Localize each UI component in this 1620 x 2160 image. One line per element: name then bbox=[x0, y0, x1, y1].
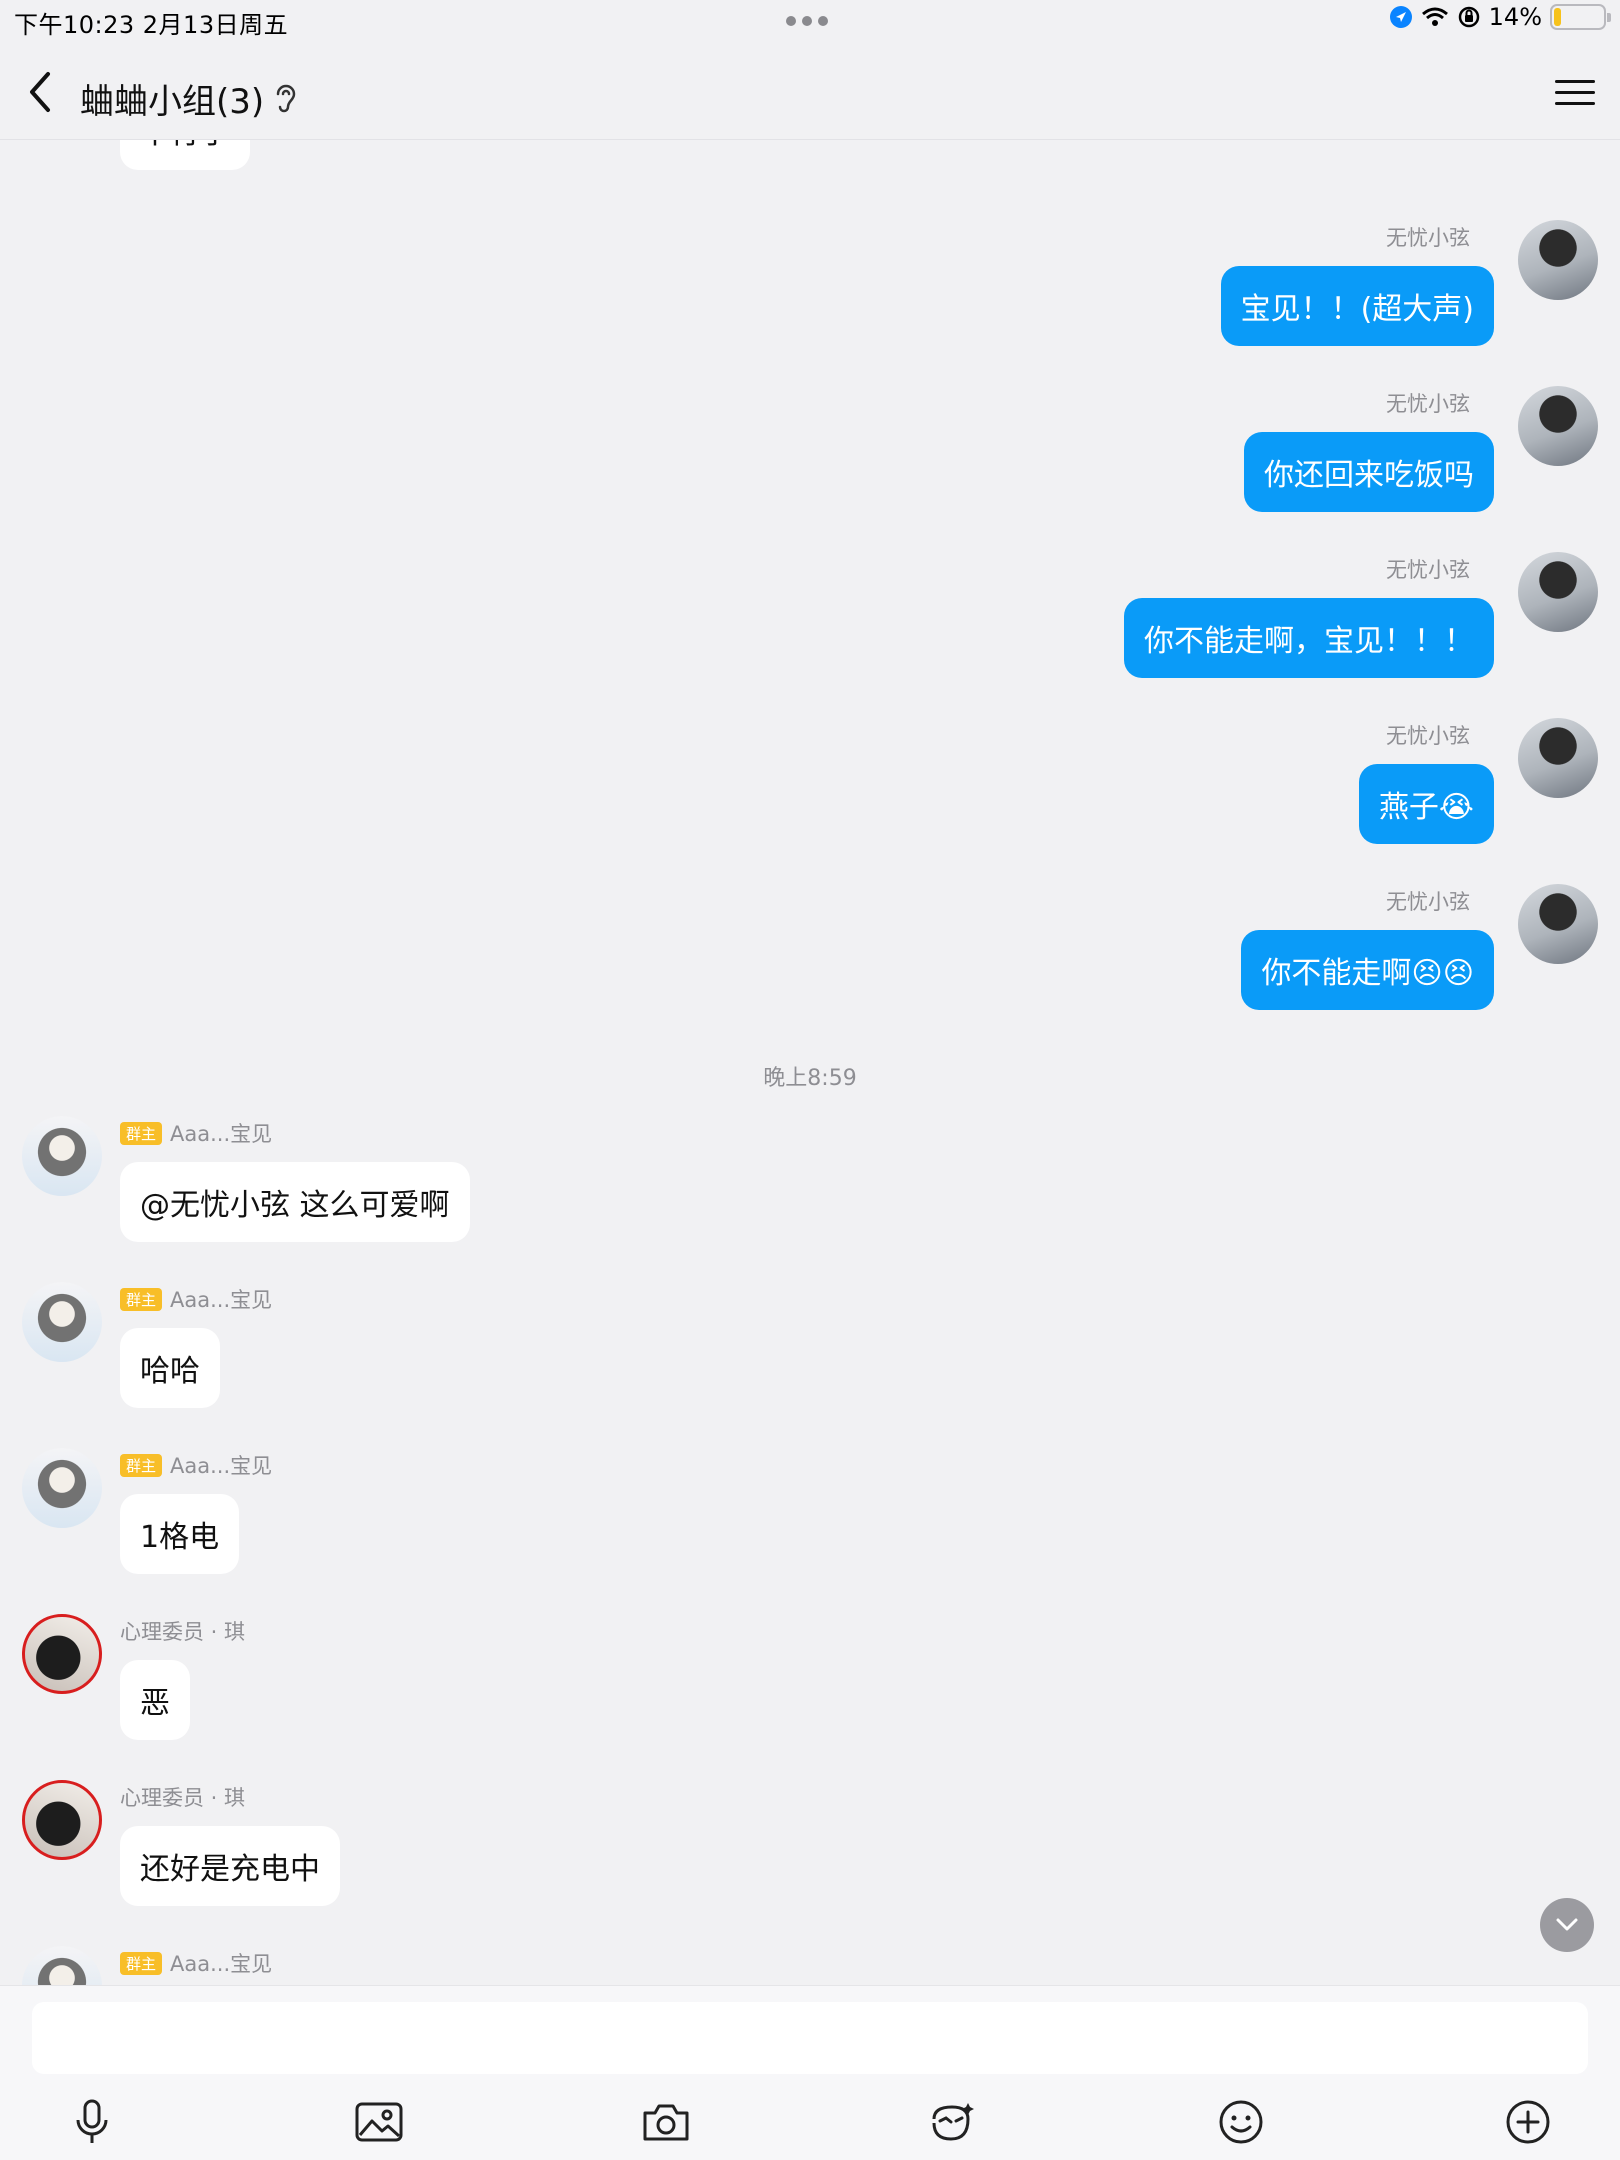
avatar[interactable] bbox=[22, 1780, 102, 1860]
message-bubble[interactable]: 你不能走啊，宝见！！！ bbox=[1124, 598, 1494, 678]
message-bubble[interactable]: 哈哈 bbox=[120, 1328, 220, 1408]
incoming-message: 心理委员 · 琪 还好是充电中 bbox=[22, 1780, 922, 1920]
avatar[interactable] bbox=[1518, 386, 1598, 466]
avatar[interactable] bbox=[22, 1448, 102, 1528]
sender-name: 心理委员 · 琪 bbox=[120, 1786, 246, 1810]
message-bubble[interactable]: @无忧小弦 这么可爱啊 bbox=[120, 1162, 470, 1242]
outgoing-message: 无忧小弦 燕子😭 bbox=[698, 718, 1598, 858]
orientation-lock-icon bbox=[1458, 6, 1479, 28]
outgoing-message: 无忧小弦 宝见！！(超大声) bbox=[698, 220, 1598, 360]
outgoing-message: 无忧小弦 你不能走啊，宝见！！！ bbox=[698, 552, 1598, 692]
wifi-icon bbox=[1421, 7, 1448, 26]
chevron-down-icon bbox=[1556, 1918, 1578, 1931]
emoji-icon[interactable] bbox=[1213, 2094, 1269, 2150]
sticker-icon[interactable] bbox=[924, 2094, 980, 2150]
sender-name: 无忧小弦 bbox=[1386, 890, 1470, 914]
message-bubble[interactable]: 1格电 bbox=[120, 1494, 240, 1574]
camera-icon[interactable] bbox=[638, 2094, 694, 2150]
battery-icon bbox=[1550, 4, 1611, 30]
outgoing-message: 无忧小弦 你还回来吃饭吗 bbox=[698, 386, 1598, 526]
chat-area[interactable]: 不行了 无忧小弦 宝见！！(超大声) 无忧小弦 你还回来吃饭吗 无忧小弦 你不能… bbox=[0, 140, 1620, 1985]
avatar[interactable] bbox=[22, 1116, 102, 1196]
owner-badge: 群主 bbox=[120, 1121, 163, 1145]
composer bbox=[0, 1985, 1620, 2160]
sender-meta: 心理委员 · 琪 bbox=[120, 1616, 245, 1646]
owner-badge: 群主 bbox=[120, 1951, 163, 1975]
incoming-message: 群主 Aaa...宝见 1格电 bbox=[22, 1448, 922, 1588]
sender-name: 无忧小弦 bbox=[1386, 724, 1470, 748]
avatar[interactable] bbox=[22, 1282, 102, 1362]
sender-meta: 群主 Aaa...宝见 bbox=[120, 1118, 272, 1148]
sender-name: Aaa...宝见 bbox=[170, 1288, 273, 1312]
back-chevron-icon[interactable] bbox=[22, 68, 62, 116]
avatar[interactable] bbox=[1518, 718, 1598, 798]
status-datetime: 下午10:23 2月13日周五 bbox=[14, 11, 289, 39]
outgoing-message: 无忧小弦 你不能走啊😣😣 bbox=[698, 884, 1598, 1024]
sender-name: 无忧小弦 bbox=[1386, 558, 1470, 582]
incoming-message: 群主 Aaa...宝见 bbox=[22, 1946, 922, 1985]
sender-name: Aaa...宝见 bbox=[170, 1952, 273, 1976]
avatar[interactable] bbox=[22, 1946, 102, 1985]
incoming-message: 群主 Aaa...宝见 @无忧小弦 这么可爱啊 bbox=[22, 1116, 922, 1256]
owner-badge: 群主 bbox=[120, 1453, 163, 1477]
time-separator: 晚上8:59 bbox=[763, 1066, 857, 1091]
message-bubble[interactable]: 还好是充电中 bbox=[120, 1826, 340, 1906]
status-right: 14% bbox=[1389, 3, 1611, 31]
scroll-to-bottom-button[interactable] bbox=[1540, 1898, 1594, 1952]
owner-badge: 群主 bbox=[120, 1287, 163, 1311]
sender-name: Aaa...宝见 bbox=[170, 1122, 273, 1146]
avatar[interactable] bbox=[1518, 552, 1598, 632]
nav-bar: 蛐蛐小组(3) bbox=[0, 40, 1620, 140]
ear-icon[interactable] bbox=[270, 80, 300, 116]
sender-name: Aaa...宝见 bbox=[170, 1454, 273, 1478]
message-bubble[interactable]: 燕子😭 bbox=[1358, 764, 1494, 844]
message-bubble[interactable]: 不行了 bbox=[120, 140, 250, 170]
avatar[interactable] bbox=[1518, 884, 1598, 964]
microphone-icon[interactable] bbox=[64, 2094, 120, 2150]
message-bubble[interactable]: 宝见！！(超大声) bbox=[1220, 266, 1494, 346]
sender-meta: 心理委员 · 琪 bbox=[120, 1782, 245, 1812]
avatar[interactable] bbox=[22, 1614, 102, 1694]
sender-meta: 群主 Aaa...宝见 bbox=[120, 1450, 272, 1480]
sender-meta: 群主 Aaa...宝见 bbox=[120, 1284, 272, 1314]
composer-toolbar bbox=[0, 2094, 1620, 2154]
message-input[interactable] bbox=[32, 2002, 1588, 2074]
message-bubble[interactable]: 你不能走啊😣😣 bbox=[1241, 930, 1494, 1010]
image-icon[interactable] bbox=[351, 2094, 407, 2150]
status-bar: 下午10:23 2月13日周五 14% bbox=[0, 0, 1620, 40]
location-icon bbox=[1389, 6, 1412, 28]
incoming-message: 群主 Aaa...宝见 哈哈 bbox=[22, 1282, 922, 1422]
multitask-dots-icon[interactable] bbox=[786, 16, 828, 26]
incoming-message: 心理委员 · 琪 恶 bbox=[22, 1614, 922, 1754]
sender-name: 心理委员 · 琪 bbox=[120, 1620, 246, 1644]
message-bubble[interactable]: 你还回来吃饭吗 bbox=[1244, 432, 1494, 512]
menu-icon[interactable] bbox=[1550, 72, 1600, 112]
partial-message: 不行了 bbox=[22, 140, 922, 184]
group-title[interactable]: 蛐蛐小组(3) bbox=[80, 74, 264, 123]
battery-percent: 14% bbox=[1488, 3, 1542, 31]
sender-name: 无忧小弦 bbox=[1386, 226, 1470, 250]
plus-icon[interactable] bbox=[1500, 2094, 1556, 2150]
avatar[interactable] bbox=[1518, 220, 1598, 300]
message-bubble[interactable]: 恶 bbox=[120, 1660, 190, 1740]
sender-meta: 群主 Aaa...宝见 bbox=[120, 1948, 272, 1978]
sender-name: 无忧小弦 bbox=[1386, 392, 1470, 416]
